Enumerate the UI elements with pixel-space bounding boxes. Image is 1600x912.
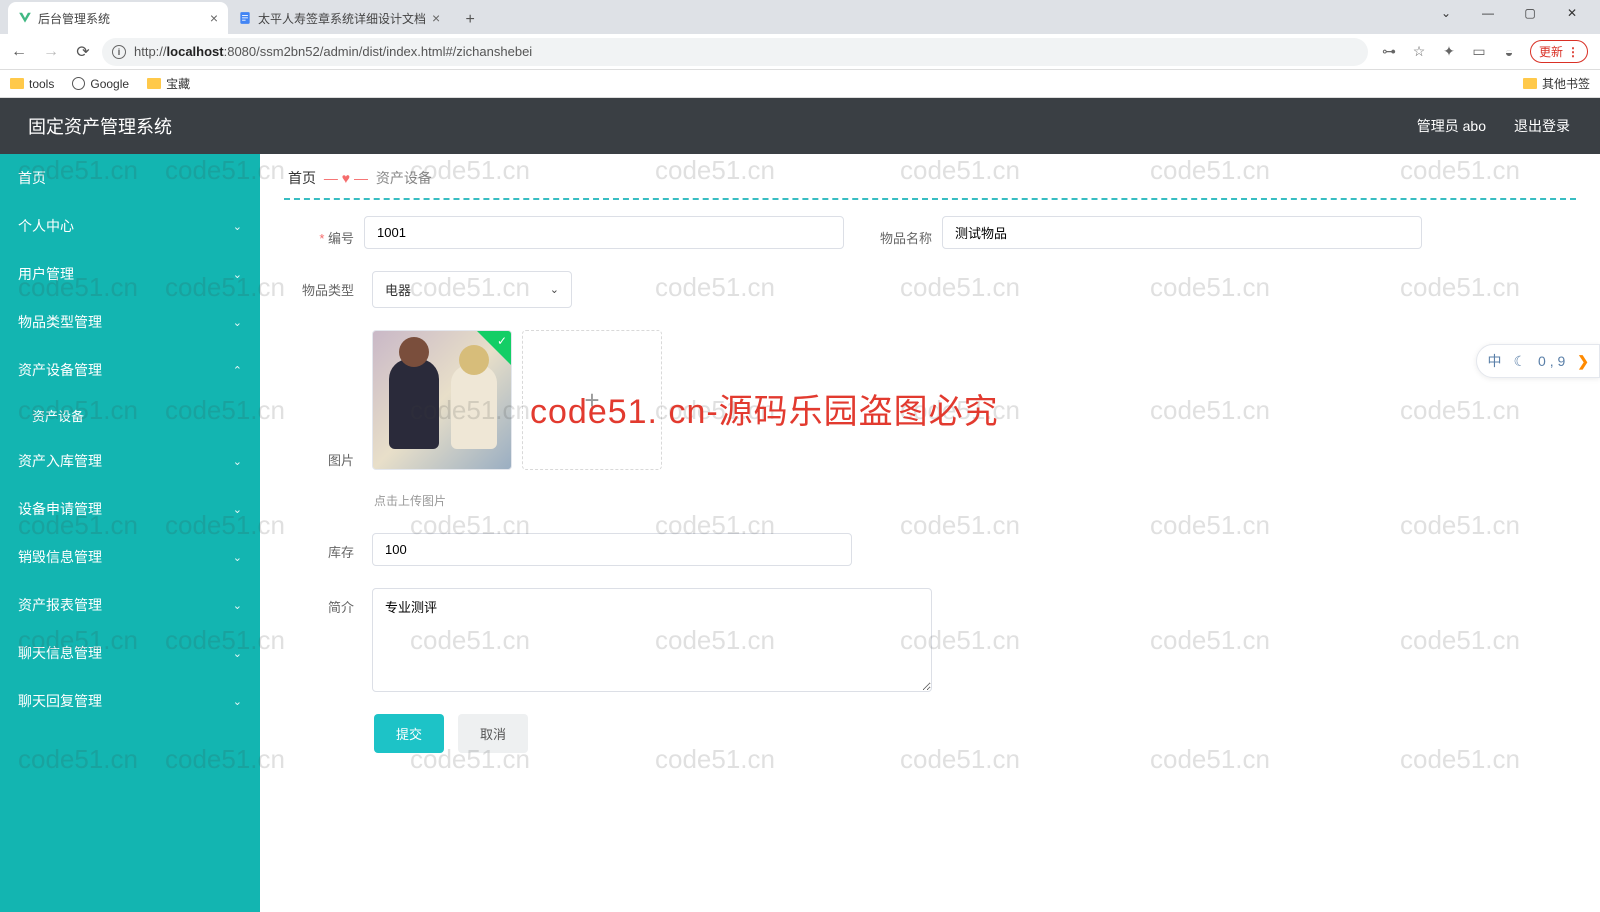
- breadcrumb-home[interactable]: 首页: [288, 170, 316, 186]
- update-button[interactable]: 更新⋮: [1530, 40, 1588, 63]
- label-name: 物品名称: [872, 219, 932, 247]
- label-id: 编号: [288, 219, 354, 247]
- chev-icon: ⌄: [233, 220, 242, 233]
- url-input[interactable]: i http://localhost:8080/ssm2bn52/admin/d…: [102, 38, 1368, 66]
- new-tab-button[interactable]: +: [456, 6, 484, 34]
- tab-title: 太平人寿签章系统详细设计文档: [258, 10, 426, 27]
- key-icon[interactable]: ⊶: [1380, 43, 1398, 61]
- uploaded-image-thumb[interactable]: ✓: [372, 330, 512, 470]
- browser-tab-inactive[interactable]: 太平人寿签章系统详细设计文档 ×: [228, 2, 450, 34]
- topbar: 管理员 abo 退出登录: [260, 98, 1600, 154]
- window-close-icon[interactable]: ✕: [1558, 2, 1586, 24]
- chev-icon: ⌄: [233, 551, 242, 564]
- bookmark-star-icon[interactable]: ☆: [1410, 43, 1428, 61]
- lang-cn-icon[interactable]: 中: [1487, 351, 1501, 371]
- window-minimize-icon[interactable]: —: [1474, 2, 1502, 24]
- chev-icon: ⌄: [233, 695, 242, 708]
- sidebar-item-1[interactable]: 个人中心⌄: [0, 202, 260, 250]
- sidebar: 首页个人中心⌄用户管理⌄物品类型管理⌄资产设备管理⌃资产设备资产入库管理⌄设备申…: [0, 154, 260, 912]
- url-text: http://localhost:8080/ssm2bn52/admin/dis…: [134, 44, 532, 59]
- breadcrumb: 首页 — ♥ — 资产设备: [260, 154, 1600, 198]
- digits-hint: 0 , 9: [1538, 353, 1565, 369]
- browser-tab-active[interactable]: 后台管理系统 ×: [8, 2, 228, 34]
- label-image: 图片: [288, 330, 354, 469]
- bookmarks-bar: tools Google 宝藏 其他书签: [0, 70, 1600, 98]
- cancel-button[interactable]: 取消: [458, 714, 528, 753]
- check-icon: ✓: [497, 334, 507, 348]
- bookmark-google[interactable]: Google: [72, 77, 129, 91]
- vue-favicon-icon: [18, 11, 32, 25]
- breadcrumb-current: 资产设备: [376, 170, 432, 186]
- folder-icon: [1523, 78, 1537, 89]
- chev-icon: ⌄: [233, 647, 242, 660]
- sidebar-item-8[interactable]: 资产报表管理⌄: [0, 581, 260, 629]
- heart-icon: — ♥ —: [324, 170, 368, 186]
- browser-tabstrip: 后台管理系统 × 太平人寿签章系统详细设计文档 × + ⌄ — ▢ ✕: [0, 0, 1600, 34]
- window-caret-icon[interactable]: ⌄: [1432, 2, 1460, 24]
- sidebar-item-6[interactable]: 设备申请管理⌄: [0, 485, 260, 533]
- bookmark-treasure[interactable]: 宝藏: [147, 75, 190, 92]
- label-type: 物品类型: [288, 271, 354, 299]
- window-maximize-icon[interactable]: ▢: [1516, 2, 1544, 24]
- input-name[interactable]: [942, 216, 1422, 249]
- close-tab-icon[interactable]: ×: [432, 10, 440, 26]
- sidebar-item-10[interactable]: 聊天回复管理⌄: [0, 677, 260, 725]
- doc-favicon-icon: [238, 11, 252, 25]
- close-tab-icon[interactable]: ×: [210, 10, 218, 26]
- nav-back-icon[interactable]: ←: [6, 39, 32, 65]
- chevron-right-icon[interactable]: ❯: [1577, 353, 1589, 370]
- form-area: 编号 物品名称 物品类型 电器 ⌄ 图片: [260, 200, 1600, 912]
- address-bar: ← → ⟳ i http://localhost:8080/ssm2bn52/a…: [0, 34, 1600, 70]
- chev-icon: ⌄: [233, 316, 242, 329]
- sidebar-item-2[interactable]: 用户管理⌄: [0, 250, 260, 298]
- folder-icon: [10, 78, 24, 89]
- sidebar-subitem-4-0[interactable]: 资产设备: [0, 394, 260, 437]
- user-label[interactable]: 管理员 abo: [1417, 116, 1486, 136]
- site-info-icon[interactable]: i: [112, 45, 126, 59]
- select-type-value: 电器: [385, 280, 411, 299]
- nav-reload-icon[interactable]: ⟳: [70, 39, 96, 65]
- sidebar-item-3[interactable]: 物品类型管理⌄: [0, 298, 260, 346]
- bookmark-tools[interactable]: tools: [10, 77, 54, 91]
- reader-icon[interactable]: ▭: [1470, 43, 1488, 61]
- bookmark-others[interactable]: 其他书签: [1523, 75, 1590, 92]
- chev-icon: ⌄: [233, 599, 242, 612]
- nav-forward-icon[interactable]: →: [38, 39, 64, 65]
- input-id[interactable]: [364, 216, 844, 249]
- tab-title: 后台管理系统: [38, 10, 204, 27]
- chev-icon: ⌄: [233, 503, 242, 516]
- profile-icon[interactable]: ◒: [1500, 43, 1518, 61]
- select-type[interactable]: 电器 ⌄: [372, 271, 572, 308]
- sidebar-item-7[interactable]: 销毁信息管理⌄: [0, 533, 260, 581]
- extensions-puzzle-icon[interactable]: ✦: [1440, 43, 1458, 61]
- sidebar-item-5[interactable]: 资产入库管理⌄: [0, 437, 260, 485]
- brand-title: 固定资产管理系统: [0, 98, 260, 154]
- upload-add-button[interactable]: +: [522, 330, 662, 470]
- window-controls: ⌄ — ▢ ✕: [1418, 2, 1600, 24]
- upload-hint: 点击上传图片: [374, 492, 1572, 509]
- plus-icon: +: [584, 385, 599, 416]
- side-lang-widget[interactable]: 中 ☾ 0 , 9 ❯: [1476, 344, 1600, 378]
- globe-icon: [72, 77, 85, 90]
- label-intro: 简介: [288, 588, 354, 616]
- submit-button[interactable]: 提交: [374, 714, 444, 753]
- chev-icon: ⌄: [233, 268, 242, 281]
- sidebar-item-0[interactable]: 首页: [0, 154, 260, 202]
- moon-icon[interactable]: ☾: [1513, 353, 1526, 370]
- label-stock: 库存: [288, 533, 354, 561]
- logout-link[interactable]: 退出登录: [1514, 116, 1570, 136]
- folder-icon: [147, 78, 161, 89]
- chev-icon: ⌃: [233, 364, 242, 377]
- chevron-down-icon: ⌄: [550, 283, 559, 296]
- sidebar-item-9[interactable]: 聊天信息管理⌄: [0, 629, 260, 677]
- chev-icon: ⌄: [233, 455, 242, 468]
- sidebar-item-4[interactable]: 资产设备管理⌃: [0, 346, 260, 394]
- input-stock[interactable]: [372, 533, 852, 566]
- textarea-intro[interactable]: [372, 588, 932, 692]
